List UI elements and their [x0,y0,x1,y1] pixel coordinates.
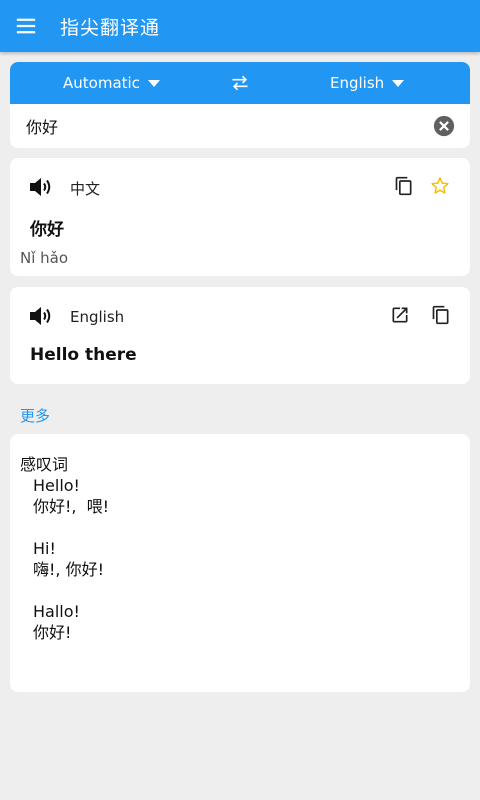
dropdown-arrow-icon [147,80,160,87]
swap-languages-icon[interactable] [230,73,250,93]
dictionary-entry: Hallo! 你好! [33,601,109,643]
dictionary-content: 感叹词 Hello! 你好!, 喂! Hi! 嗨!, 你好! Hallo! 你好… [20,454,109,664]
part-of-speech: 感叹词 [20,455,69,474]
source-text: 你好 [30,220,64,240]
menu-button[interactable] [2,0,50,52]
copy-icon[interactable] [431,305,451,325]
dropdown-arrow-icon [392,80,405,87]
translated-text: Hello there [30,345,137,365]
translate-input-card: Automatic English [10,62,470,148]
dictionary-entry: Hi! 嗨!, 你好! [33,538,109,580]
dictionary-entry: Hello! 你好!, 喂! [33,475,109,517]
language-bar: Automatic English [10,62,470,104]
clear-input-icon[interactable] [433,115,455,137]
source-result-card: 中文 你好 Nǐ hǎo [10,158,470,276]
entry-word: Hallo! [33,602,80,621]
pinyin-text: Nǐ hǎo [20,249,69,267]
speaker-icon[interactable] [28,175,54,199]
target-language-name: English [70,308,125,326]
source-language-dropdown[interactable]: Automatic [63,74,160,92]
source-language-name: 中文 [70,180,101,198]
copy-icon[interactable] [394,176,414,196]
entry-word: Hi! [33,539,56,558]
input-row [10,104,470,148]
app-title: 指尖翻译通 [60,16,161,39]
more-section-label: 更多 [20,407,51,425]
dictionary-card: 感叹词 Hello! 你好!, 喂! Hi! 嗨!, 你好! Hallo! 你好… [10,434,470,692]
target-language-dropdown[interactable]: English [330,74,405,92]
target-result-card: English Hello there [10,287,470,384]
entry-meaning: 嗨!, 你好! [33,560,105,579]
translate-input[interactable] [24,115,408,137]
entry-meaning: 你好!, 喂! [33,497,110,516]
open-external-icon[interactable] [390,305,410,325]
star-outline-icon[interactable] [430,176,450,196]
source-language-label: Automatic [63,74,140,92]
entry-word: Hello! [33,476,80,495]
entry-meaning: 你好! [33,623,72,642]
speaker-icon[interactable] [28,304,54,328]
hamburger-menu-icon [16,18,36,34]
app-bar: 指尖翻译通 [0,0,480,52]
target-language-label: English [330,74,385,92]
